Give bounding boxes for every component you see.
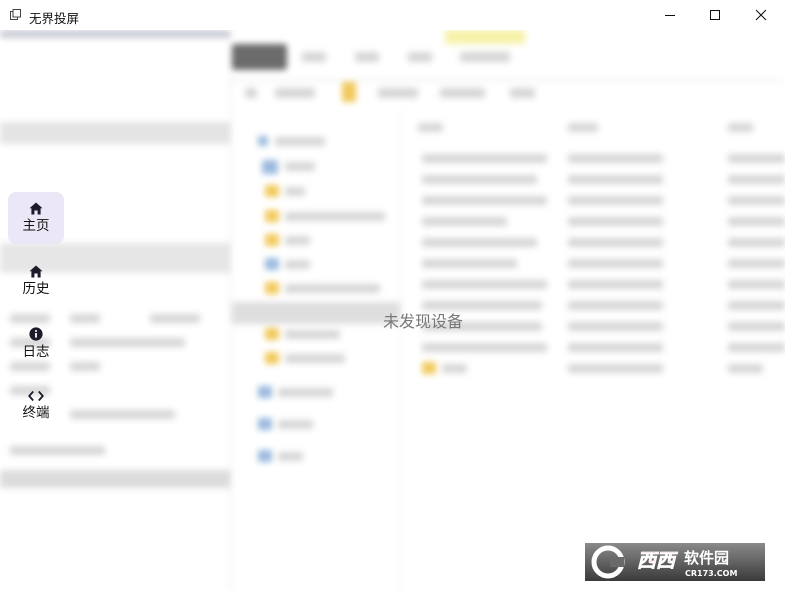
nav-item-terminal[interactable]: 终端 — [8, 379, 64, 431]
nav-label-log: 日志 — [22, 343, 50, 360]
watermark-graphic: 西西 软件园 CR173.COM — [585, 543, 765, 581]
nav-label-home: 主页 — [22, 218, 50, 234]
svg-text:CR173.COM: CR173.COM — [685, 569, 737, 578]
maximize-button[interactable] — [692, 0, 738, 30]
home-icon — [29, 265, 43, 278]
minimize-icon — [665, 15, 675, 16]
nav-label-history: 历史 — [22, 281, 50, 297]
info-icon — [29, 326, 43, 341]
code-icon — [28, 390, 44, 401]
nav-item-history[interactable]: 历史 — [8, 255, 64, 307]
close-icon — [755, 9, 767, 21]
window-title: 无界投屏 — [29, 11, 80, 26]
empty-state-message: 未发现设备 — [383, 312, 464, 331]
title-bar: 无界投屏 — [0, 0, 785, 30]
nav-item-home[interactable]: 主页 — [8, 192, 64, 244]
nav-label-terminal: 终端 — [22, 404, 50, 421]
svg-text:软件园: 软件园 — [684, 549, 729, 567]
nav-item-log[interactable]: 日志 — [8, 317, 64, 369]
app-icon — [10, 9, 21, 20]
close-button[interactable] — [738, 0, 784, 30]
svg-text:西西: 西西 — [637, 550, 678, 572]
watermark-logo: 西西 软件园 CR173.COM — [585, 543, 765, 581]
minimize-button[interactable] — [647, 0, 693, 30]
maximize-icon — [710, 10, 720, 20]
home-icon — [29, 202, 43, 215]
